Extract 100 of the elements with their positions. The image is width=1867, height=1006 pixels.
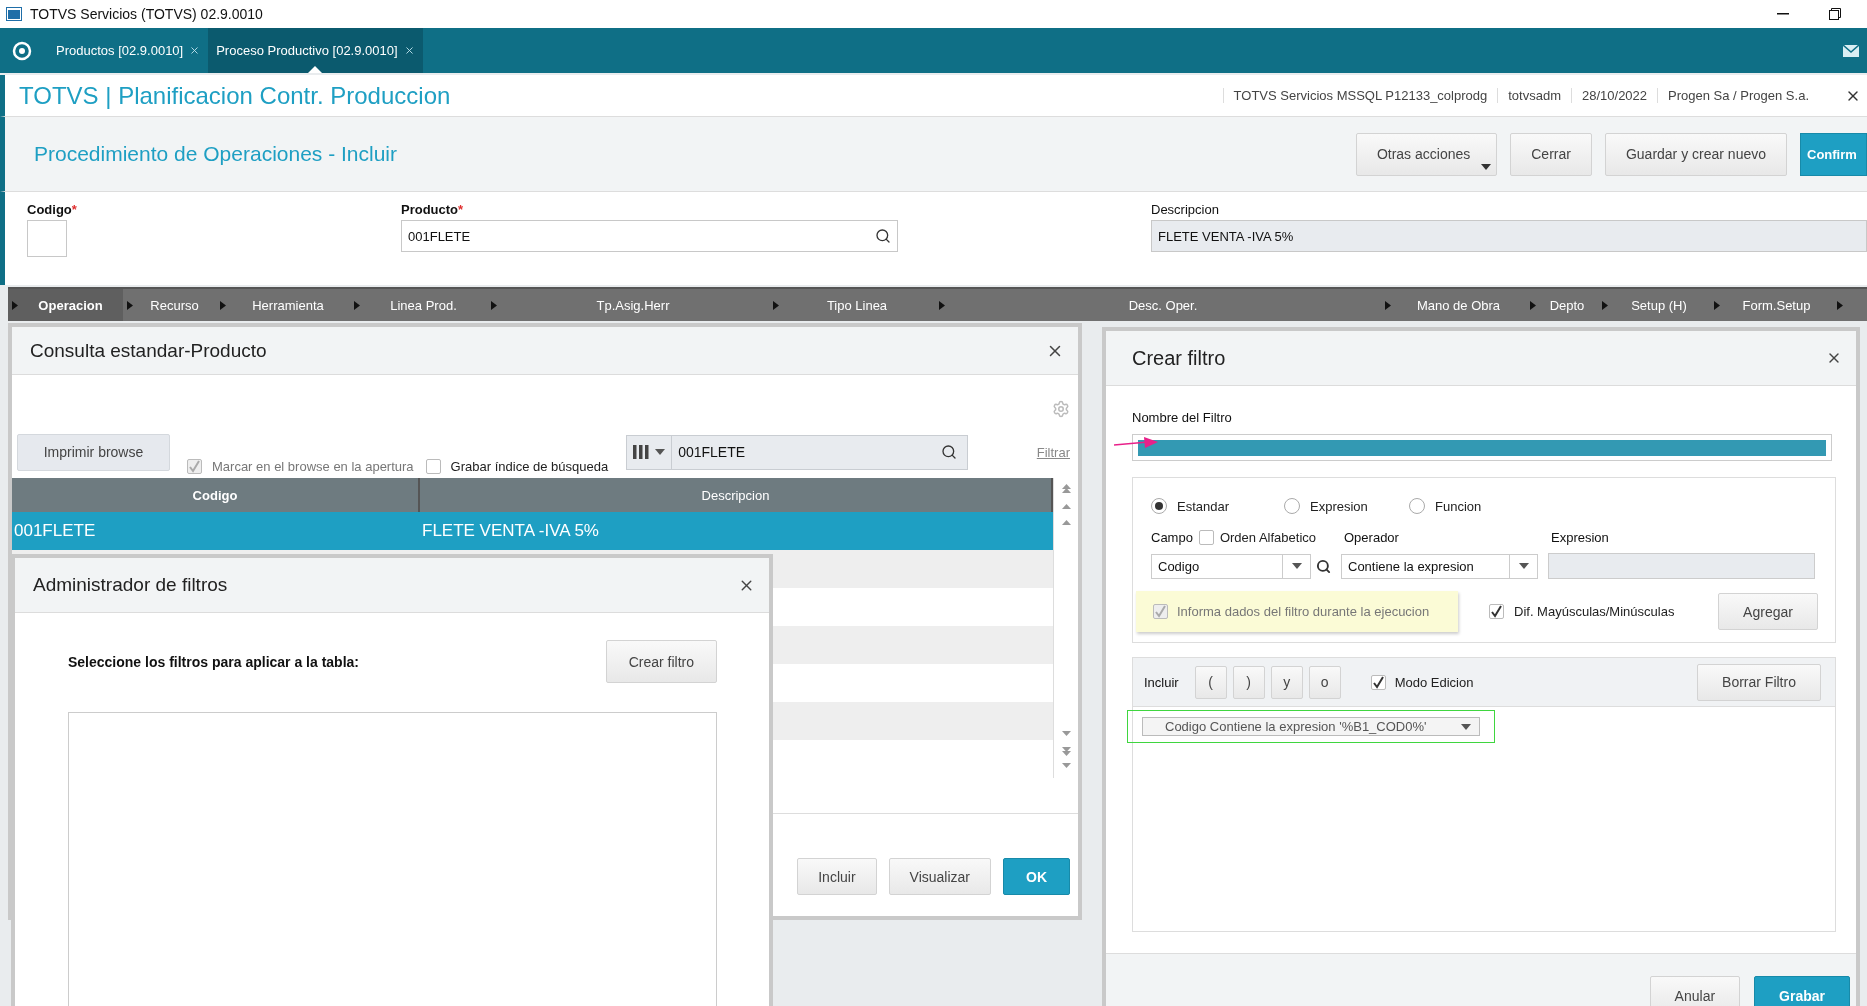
dialog-title: Administrador de filtros xyxy=(33,574,229,596)
column-header[interactable]: Recurso xyxy=(133,297,216,313)
minimize-icon[interactable] xyxy=(1777,13,1789,15)
column-header[interactable]: Herramienta xyxy=(226,297,350,313)
menu-button[interactable]: Otras acciones xyxy=(1355,132,1498,176)
home-icon[interactable] xyxy=(12,40,32,61)
column-header[interactable]: Tipo Linea xyxy=(779,297,935,313)
column-marker-icon xyxy=(12,300,18,310)
column-header[interactable]: Desc. Oper. xyxy=(945,297,1381,313)
checkbox[interactable] xyxy=(1153,604,1168,619)
mail-icon[interactable] xyxy=(1843,44,1859,57)
filter-link[interactable]: Filtrar xyxy=(1036,444,1070,460)
checkbox-label: Grabar índice de búsqueda xyxy=(450,459,609,474)
dialog-title: Crear filtro xyxy=(1131,346,1227,370)
table-cell-text: FLETE VENTA -IVA 5% xyxy=(421,521,600,541)
search-field[interactable]: 001FLETE xyxy=(626,434,969,470)
radio-button[interactable] xyxy=(1409,498,1425,514)
column-header[interactable]: Depto xyxy=(1536,297,1598,313)
button[interactable]: ( xyxy=(1194,665,1227,699)
scroll-up-icon[interactable] xyxy=(1060,484,1072,494)
app-title: TOTVS | Planificacion Contr. Produccion xyxy=(19,81,451,110)
caret-icon xyxy=(1518,563,1529,569)
column-marker-icon xyxy=(491,300,497,310)
column-header[interactable]: Tp.Asig.Herr xyxy=(497,297,769,313)
header-info: 28/10/2022 xyxy=(1571,88,1658,103)
button[interactable]: Imprimir browse xyxy=(17,433,170,471)
header-info: Progen Sa / Progen S.a. xyxy=(1657,88,1819,103)
column-marker-icon xyxy=(1530,300,1536,310)
tab[interactable]: Proceso Productivo [02.9.0010] xyxy=(208,28,423,73)
button[interactable]: Guardar y crear nuevo xyxy=(1604,132,1787,176)
search-field[interactable]: 001FLETE xyxy=(401,220,898,252)
column-marker-icon xyxy=(220,300,226,310)
field-label: Campo xyxy=(1151,530,1193,545)
button[interactable]: Cerrar xyxy=(1510,132,1592,176)
checkbox[interactable] xyxy=(1370,674,1386,690)
input-field[interactable] xyxy=(27,220,67,257)
radio-button[interactable] xyxy=(1151,498,1167,514)
checkbox-label: Modo Edicion xyxy=(1394,674,1474,690)
radio-label: Estandar xyxy=(1177,498,1230,514)
arrow-icon xyxy=(1114,437,1158,449)
header-info: TOTVS Servicios MSSQL P12133_colprodg xyxy=(1222,88,1498,103)
button[interactable]: Borrar Filtro xyxy=(1697,663,1821,701)
search-icon[interactable] xyxy=(875,228,891,244)
column-marker-icon xyxy=(1602,300,1608,310)
dropdown[interactable]: Contiene la expresion xyxy=(1341,553,1538,579)
instruction-text: Seleccione los filtros para aplicar a la tabla: xyxy=(68,653,359,670)
column-marker-icon xyxy=(939,300,945,310)
column-header[interactable]: Form.Setup xyxy=(1720,297,1833,313)
button[interactable]: Crear filtro xyxy=(605,640,717,683)
column-header[interactable]: Mano de Obra xyxy=(1391,297,1526,313)
filter-expression[interactable]: Codigo Contiene la expresion '%B1_COD0%' xyxy=(1127,710,1495,743)
radio-button[interactable] xyxy=(1284,498,1300,514)
radio-label: Funcion xyxy=(1435,498,1482,514)
column-header[interactable]: Linea Prod. xyxy=(360,297,487,313)
button[interactable]: Agregar xyxy=(1718,593,1818,630)
dropdown[interactable]: Codigo xyxy=(1151,553,1311,579)
button[interactable]: y xyxy=(1270,665,1303,699)
search-icon[interactable] xyxy=(1316,558,1331,574)
column-marker-icon xyxy=(1714,300,1720,310)
column-marker-icon xyxy=(1837,300,1843,310)
checkbox[interactable] xyxy=(1489,604,1504,619)
field-label: Codigo* xyxy=(27,202,78,217)
caret-icon xyxy=(1461,723,1471,730)
checkbox[interactable] xyxy=(1198,530,1214,545)
search-icon[interactable] xyxy=(941,444,958,460)
app-icon xyxy=(6,7,22,21)
checkbox-label: Informa dados del filtro durante la ejecucion xyxy=(1177,604,1430,619)
field-label: Expresion xyxy=(1551,530,1609,545)
radio-label: Expresion xyxy=(1310,498,1368,514)
input-field[interactable] xyxy=(1548,553,1815,579)
columns-icon[interactable] xyxy=(633,445,650,459)
button[interactable]: Anular xyxy=(1649,976,1741,1006)
checkbox-label: Marcar en el browse en la apertura xyxy=(212,459,414,474)
checkbox[interactable] xyxy=(425,459,441,474)
dialog-title: Consulta estandar-Producto xyxy=(30,339,268,362)
field-label: Operador xyxy=(1344,530,1400,545)
scroll-down-icon[interactable] xyxy=(1060,746,1072,756)
pointer-icon xyxy=(308,66,323,73)
restore-icon[interactable] xyxy=(1829,8,1841,20)
column-marker-icon xyxy=(1385,300,1391,310)
caret-icon xyxy=(1481,163,1492,170)
form-title: Procedimiento de Operaciones - Incluir xyxy=(34,142,397,166)
button[interactable]: Incluir xyxy=(797,858,877,895)
button[interactable]: ) xyxy=(1232,665,1265,699)
table-cell-text: 001FLETE xyxy=(13,521,97,541)
button[interactable]: o xyxy=(1308,665,1341,699)
caret-icon xyxy=(655,449,666,455)
column-marker-icon xyxy=(354,300,360,310)
checkbox-label: Dif. Mayúsculas/Minúsculas xyxy=(1514,604,1675,619)
field-label: Incluir xyxy=(1144,674,1179,690)
input-field: FLETE VENTA -IVA 5% xyxy=(1151,220,1867,252)
column-marker-icon xyxy=(773,300,779,310)
input-field[interactable] xyxy=(1132,434,1832,461)
tab[interactable]: Productos [02.9.0010] xyxy=(48,28,209,73)
checkbox-label: Orden Alfabetico xyxy=(1219,530,1317,545)
caret-icon xyxy=(1291,563,1302,569)
column-marker-icon xyxy=(127,300,133,310)
column-header[interactable]: Setup (H) xyxy=(1608,297,1710,313)
button[interactable]: Visualizar xyxy=(888,858,991,895)
window-title: TOTVS Servicios (TOTVS) 02.9.0010 xyxy=(30,6,263,22)
